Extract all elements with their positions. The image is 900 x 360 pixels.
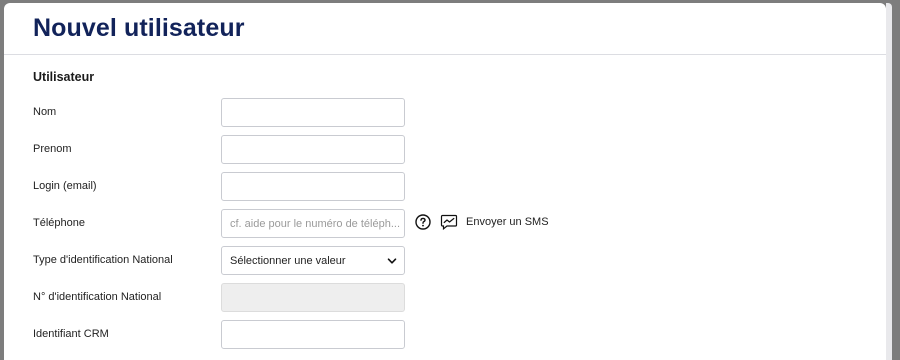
chevron-down-icon — [387, 258, 397, 264]
section-title: Utilisateur — [33, 70, 95, 84]
page-title: Nouvel utilisateur — [33, 14, 245, 42]
send-sms-link[interactable]: Envoyer un SMS — [466, 216, 549, 228]
telephone-label: Téléphone — [33, 217, 85, 229]
nom-label: Nom — [33, 106, 57, 118]
type-id-label: Type d'identification National — [33, 254, 173, 266]
num-id-label: N° d'identification National — [33, 291, 162, 303]
type-id-select[interactable]: Sélectionner une valeur — [221, 246, 405, 275]
prenom-input[interactable] — [221, 135, 405, 164]
crm-id-input[interactable] — [221, 320, 405, 349]
login-label: Login (email) — [33, 180, 97, 192]
help-circle-icon[interactable] — [415, 214, 431, 230]
login-email-input[interactable] — [221, 172, 405, 201]
crm-label: Identifiant CRM — [33, 328, 109, 340]
prenom-label: Prenom — [33, 143, 72, 155]
nom-input[interactable] — [221, 98, 405, 127]
new-user-panel: Nouvel utilisateur Utilisateur Nom Preno… — [4, 3, 886, 360]
header-divider — [4, 54, 886, 55]
telephone-placeholder: cf. aide pour le numéro de téléph... — [230, 218, 400, 230]
num-id-input — [221, 283, 405, 312]
scrollbar-track[interactable] — [886, 3, 892, 360]
sms-message-icon[interactable] — [440, 214, 458, 230]
type-id-selected-value: Sélectionner une valeur — [230, 255, 346, 267]
telephone-input[interactable]: cf. aide pour le numéro de téléph... — [221, 209, 405, 238]
